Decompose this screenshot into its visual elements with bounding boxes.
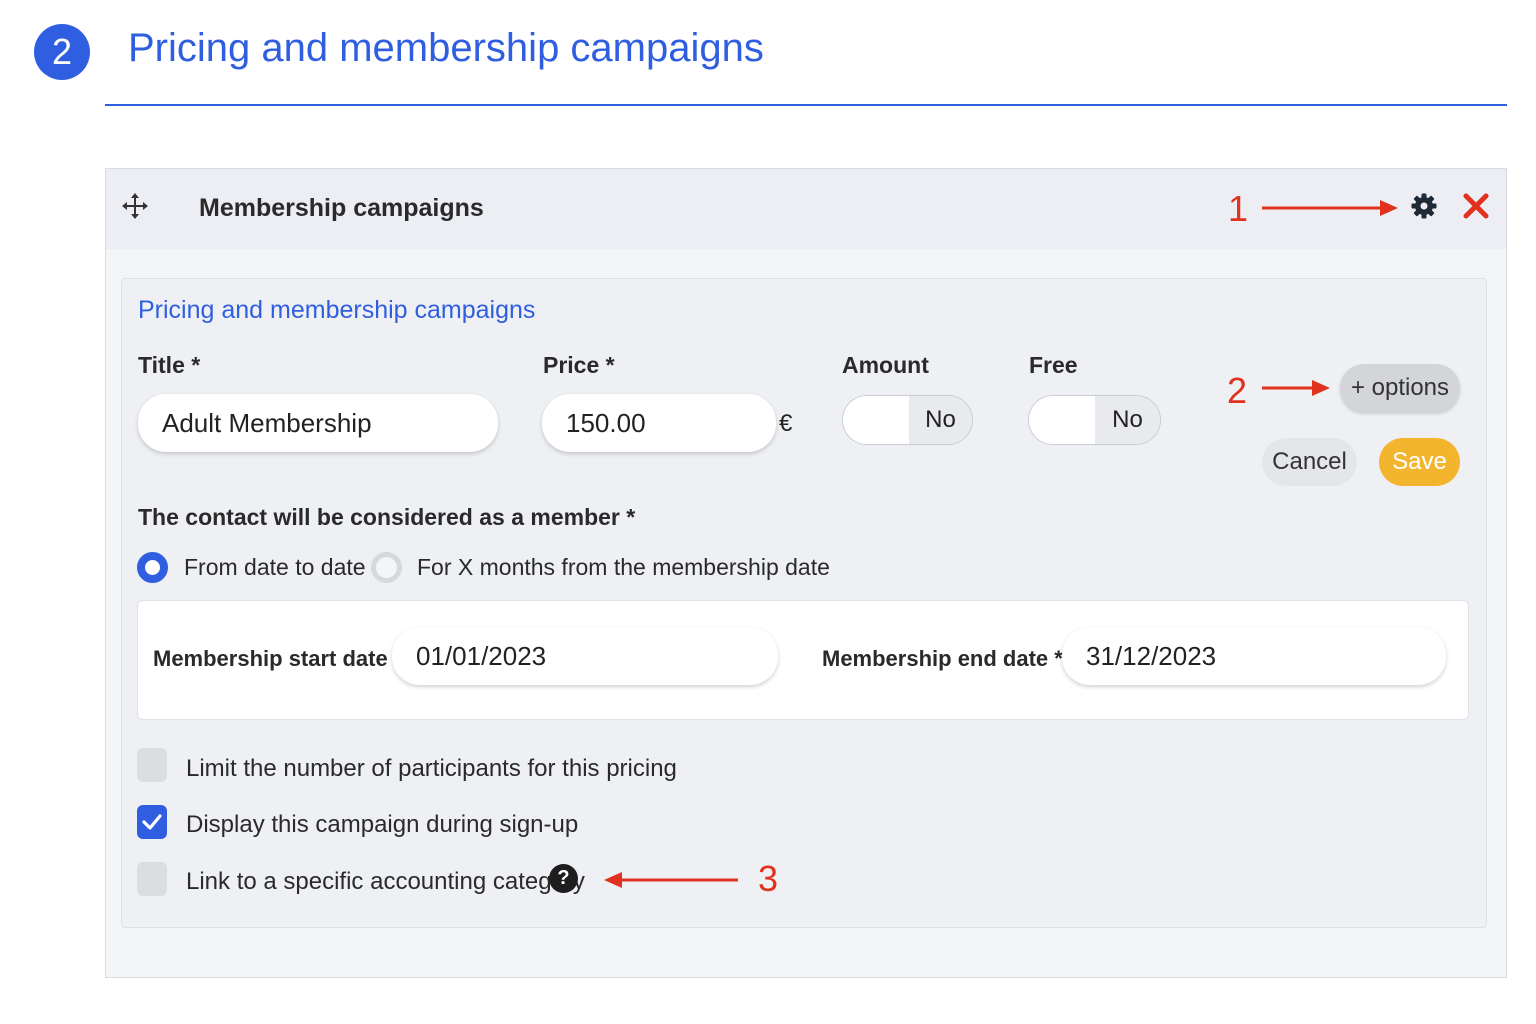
title-label: Title * xyxy=(138,352,201,378)
toggle-knob xyxy=(1029,396,1095,444)
radio-from-date-to-date[interactable] xyxy=(137,552,168,583)
page-title: Pricing and membership campaigns xyxy=(128,26,764,70)
start-date-input[interactable]: 01/01/2023 xyxy=(392,627,778,685)
membership-question: The contact will be considered as a memb… xyxy=(138,504,636,530)
end-date-label: Membership end date * xyxy=(822,646,1063,671)
limit-participants-checkbox[interactable] xyxy=(137,748,167,782)
annotation-arrow-3 xyxy=(604,872,738,888)
step-number-badge: 2 xyxy=(34,24,90,80)
accounting-category-label: Link to a specific accounting category xyxy=(186,868,585,895)
limit-participants-label: Limit the number of participants for thi… xyxy=(186,755,677,782)
display-during-signup-checkbox[interactable] xyxy=(137,805,167,839)
price-label: Price * xyxy=(543,352,615,378)
currency-symbol: € xyxy=(779,410,793,437)
form-section-title: Pricing and membership campaigns xyxy=(138,296,536,324)
radio-x-months[interactable] xyxy=(371,552,402,583)
save-button[interactable]: Save xyxy=(1379,438,1460,486)
panel-title: Membership campaigns xyxy=(199,194,484,222)
amount-label: Amount xyxy=(842,352,929,378)
free-toggle[interactable]: No xyxy=(1028,395,1161,445)
checkmark-icon xyxy=(142,814,162,830)
display-during-signup-label: Display this campaign during sign-up xyxy=(186,811,579,838)
cancel-button[interactable]: Cancel xyxy=(1262,438,1357,486)
more-options-button[interactable]: + options xyxy=(1340,364,1460,412)
annotation-arrow-1 xyxy=(1262,200,1398,216)
radio-label-from-date-to-date: From date to date xyxy=(184,554,366,580)
title-divider xyxy=(105,104,1507,106)
accounting-category-checkbox[interactable] xyxy=(137,862,167,896)
move-icon[interactable] xyxy=(121,192,149,220)
annotation-3: 3 xyxy=(758,858,779,899)
help-icon[interactable]: ? xyxy=(549,864,578,893)
title-input[interactable]: Adult Membership xyxy=(138,394,498,452)
amount-toggle[interactable]: No xyxy=(842,395,973,445)
radio-label-x-months: For X months from the membership date xyxy=(417,554,830,580)
start-date-label: Membership start date * xyxy=(153,646,403,671)
gear-icon[interactable] xyxy=(1410,192,1438,220)
annotation-1: 1 xyxy=(1228,188,1249,229)
end-date-input[interactable]: 31/12/2023 xyxy=(1062,627,1446,685)
free-label: Free xyxy=(1029,352,1078,378)
amount-toggle-state: No xyxy=(909,396,972,444)
free-toggle-state: No xyxy=(1095,396,1160,444)
close-icon[interactable] xyxy=(1462,192,1490,220)
annotation-arrow-2 xyxy=(1262,380,1330,396)
toggle-knob xyxy=(843,396,909,444)
price-input[interactable]: 150.00 xyxy=(542,394,776,452)
annotation-2: 2 xyxy=(1227,370,1248,411)
